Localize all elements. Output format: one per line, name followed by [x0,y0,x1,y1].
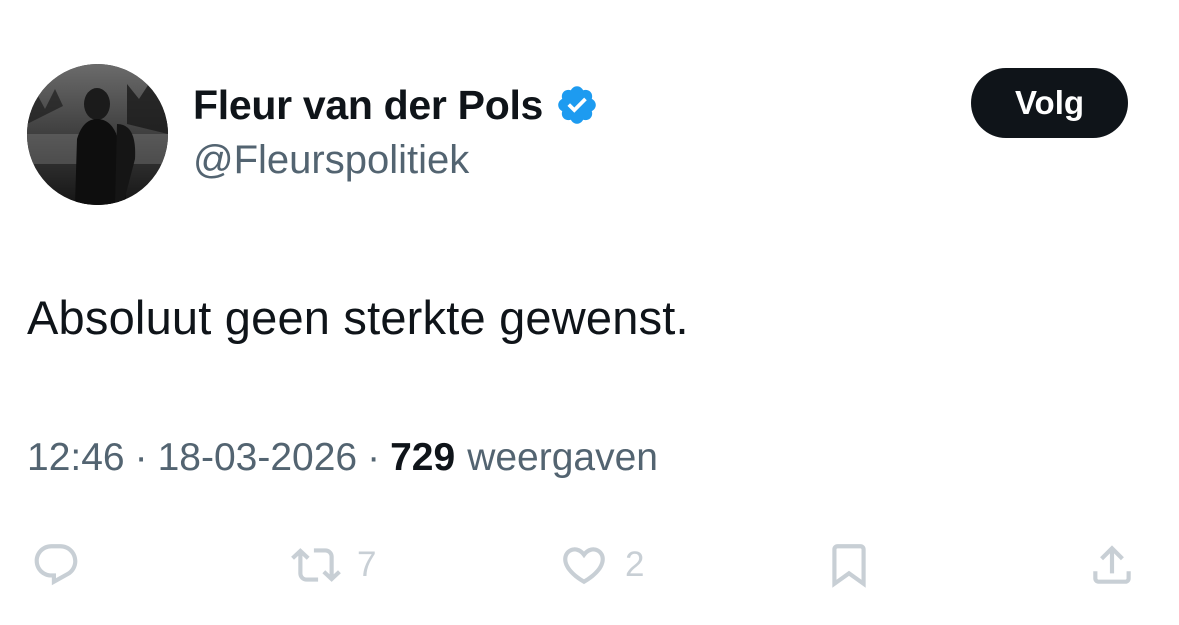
reply-icon [34,544,78,586]
reply-button[interactable] [27,540,97,590]
author-handle[interactable]: @Fleurspolitiek [193,138,469,183]
tweet-time[interactable]: 12:46 [27,436,125,480]
tweet-meta: 12:46 · 18-03-2026 · 729 weergaven [27,436,658,480]
share-icon [1093,545,1131,584]
views-count[interactable]: 729 [390,436,455,480]
verified-badge-icon[interactable] [555,83,599,127]
tweet-date[interactable]: 18-03-2026 [158,436,358,480]
author-display-name[interactable]: Fleur van der Pols [193,82,543,129]
avatar[interactable] [27,64,168,205]
follow-button[interactable]: Volg [971,68,1128,138]
meta-separator: · [134,436,148,479]
author-name-row: Fleur van der Pols [193,80,599,130]
retweet-button[interactable]: 7 [287,540,376,590]
like-count: 2 [625,545,645,584]
bookmark-icon [832,544,866,588]
bookmark-button[interactable] [820,540,878,590]
heart-icon [563,547,605,585]
retweet-icon [291,548,341,582]
like-button[interactable]: 2 [555,540,644,590]
avatar-photo [27,64,168,205]
views-label[interactable]: weergaven [467,436,658,480]
retweet-count: 7 [357,545,377,584]
tweet-text: Absoluut geen sterkte gewenst. [27,291,689,344]
meta-separator: · [367,436,381,479]
share-button[interactable] [1083,540,1141,590]
